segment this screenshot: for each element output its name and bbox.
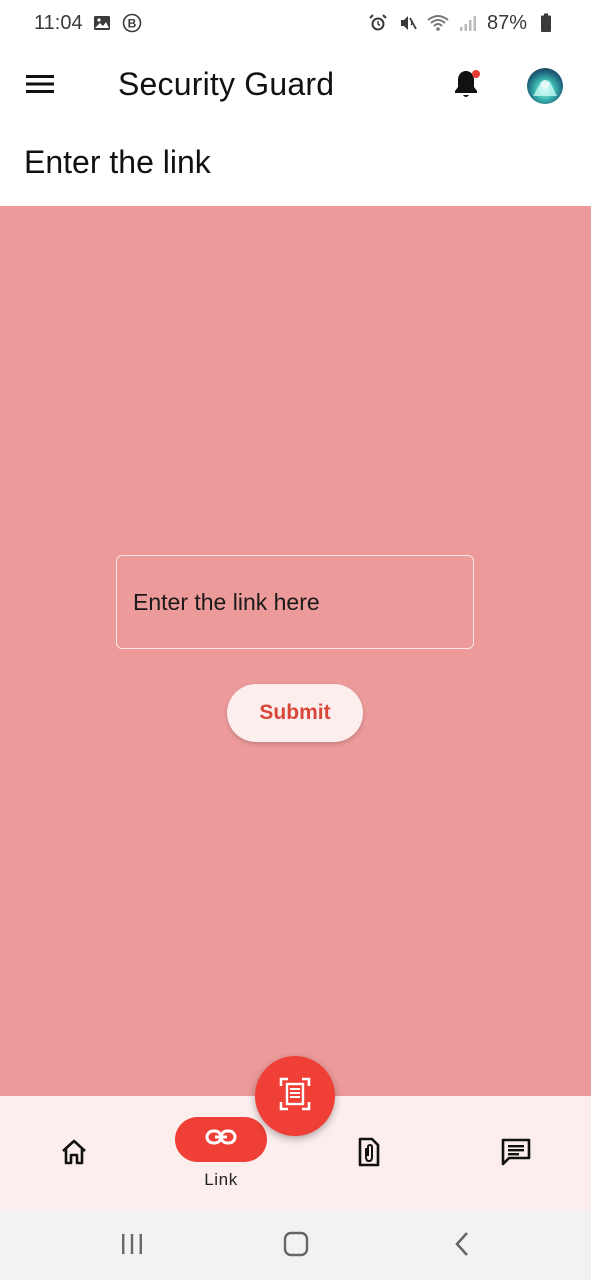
home-system-button[interactable] <box>276 1226 316 1266</box>
nav-chat-icon-wrap <box>486 1136 546 1172</box>
avatar[interactable] <box>527 68 563 104</box>
mute-icon <box>397 12 419 34</box>
submit-button[interactable]: Submit <box>227 684 363 742</box>
system-nav-bar <box>0 1210 591 1280</box>
link-input[interactable] <box>116 555 474 649</box>
recent-apps-icon <box>120 1233 144 1260</box>
menu-button[interactable] <box>22 68 58 104</box>
nav-item-home[interactable] <box>44 1096 104 1210</box>
nav-link-indicator <box>175 1117 267 1162</box>
nav-home-icon-wrap <box>44 1136 104 1172</box>
page-title: Enter the link <box>24 144 211 180</box>
status-time: 11:04 <box>34 11 83 34</box>
image-icon <box>91 12 113 34</box>
recent-apps-button[interactable] <box>112 1226 152 1266</box>
nav-item-chat[interactable] <box>486 1096 546 1210</box>
signal-icon <box>457 12 479 34</box>
nav-item-link[interactable]: Link <box>175 1096 267 1210</box>
app-title: Security Guard <box>118 66 335 102</box>
hamburger-menu-icon <box>26 74 54 99</box>
status-left: 11:04 B <box>34 12 143 35</box>
status-right: 87% <box>367 12 557 35</box>
link-icon <box>205 1128 237 1151</box>
app-bar: Security Guard <box>0 46 591 126</box>
wifi-icon <box>427 12 449 34</box>
home-square-icon <box>283 1231 309 1262</box>
svg-text:B: B <box>127 17 136 31</box>
battery-icon <box>535 12 557 34</box>
chat-icon <box>501 1138 531 1171</box>
nav-file-icon-wrap <box>339 1136 399 1172</box>
alarm-icon <box>367 12 389 34</box>
back-button[interactable] <box>442 1226 482 1266</box>
scan-document-icon <box>279 1077 311 1116</box>
content-area: Submit <box>0 206 591 1096</box>
notifications-button[interactable] <box>446 66 486 106</box>
b-icon: B <box>121 12 143 34</box>
notification-badge <box>472 70 480 78</box>
status-bar: 11:04 B 87% <box>0 0 591 46</box>
home-icon <box>60 1139 88 1170</box>
nav-label-link: Link <box>204 1170 238 1189</box>
battery-percent: 87% <box>486 11 527 34</box>
scan-fab-button[interactable] <box>255 1056 335 1136</box>
file-attachment-icon <box>357 1137 381 1172</box>
nav-item-file[interactable] <box>339 1096 399 1210</box>
back-chevron-icon <box>454 1231 470 1262</box>
